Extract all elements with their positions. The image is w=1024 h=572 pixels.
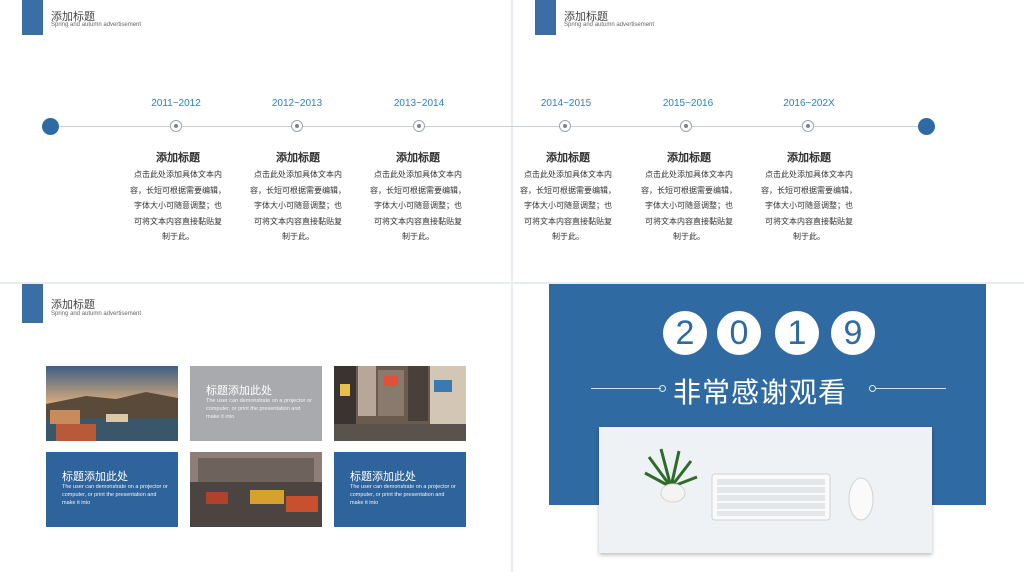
timeline-start-dot	[42, 118, 59, 135]
timeline-item-title: 添加标题	[156, 152, 200, 164]
card-title: 标题添加此处	[206, 385, 272, 397]
timeline-item-title: 添加标题	[396, 152, 440, 164]
timeline-item-text: 点击此处添加具体文本内 容，长短可根据需要编辑， 字体大小可随意调整；也 可将文本内容…	[761, 170, 857, 241]
timeline-end-dot	[918, 118, 935, 135]
slide-subtitle: Spring and autumn advertisement	[564, 22, 655, 28]
feature-card: 标题添加此处 The user can demonstrate on a pro…	[46, 452, 178, 527]
year-digit: 9	[831, 311, 875, 355]
timeline-item-text: 点击此处添加具体文本内 容，长短可根据需要编辑， 字体大小可随意调整；也 可将文本内容…	[250, 170, 346, 241]
feature-card: 标题添加此处 The user can demonstrate on a pro…	[190, 366, 322, 441]
timeline-item-title: 添加标题	[787, 152, 831, 164]
mouse-icon	[848, 477, 874, 521]
timeline-item-text: 点击此处添加具体文本内 容，长短可根据需要编辑， 字体大小可随意调整；也 可将文本内容…	[130, 170, 226, 241]
thank-you-text: 非常感谢观看	[673, 377, 848, 408]
timeline-node	[170, 120, 182, 132]
timeline-year: 2014~2015	[540, 98, 592, 109]
slide-subtitle: Spring and autumn advertisement	[51, 22, 142, 28]
timeline-year: 2015~2016	[662, 98, 714, 109]
header-accent-bar	[22, 0, 43, 35]
keyboard-icon	[711, 473, 831, 521]
year-digit: 1	[775, 311, 819, 355]
timeline-year: 2011~2012	[151, 98, 201, 109]
timeline-year: 2012~2013	[271, 98, 323, 109]
header-accent-bar	[535, 0, 556, 35]
coastal-town-photo	[46, 366, 178, 441]
timeline-item-title: 添加标题	[667, 152, 711, 164]
timeline-item-text: 点击此处添加具体文本内 容，长短可根据需要编辑， 字体大小可随意调整；也 可将文本内容…	[641, 170, 737, 241]
bus-street-photo	[190, 452, 322, 527]
divider-line-left	[591, 388, 661, 389]
feature-card: 标题添加此处 The user can demonstrate on a pro…	[334, 452, 466, 527]
divider-dot-left	[659, 385, 666, 392]
desk-photo	[599, 427, 932, 553]
slide-image-grid: 添加标题 Spring and autumn advertisement 标题添…	[0, 284, 511, 572]
city-street-photo	[334, 366, 466, 441]
timeline-node	[802, 120, 814, 132]
slide-title: 添加标题	[51, 299, 95, 311]
timeline-node	[680, 120, 692, 132]
card-text: The user can demonstrate on a projector …	[62, 484, 168, 506]
card-title: 标题添加此处	[62, 471, 128, 483]
header-accent-bar	[22, 284, 43, 323]
divider-line-right	[876, 388, 946, 389]
slide-subtitle: Spring and autumn advertisement	[51, 311, 142, 317]
year-digit: 0	[717, 311, 761, 355]
timeline-item-title: 添加标题	[546, 152, 590, 164]
timeline-item-title: 添加标题	[276, 152, 320, 164]
timeline-node	[413, 120, 425, 132]
timeline-item-text: 点击此处添加具体文本内 容，长短可根据需要编辑， 字体大小可随意调整；也 可将文本内容…	[370, 170, 466, 241]
card-text: The user can demonstrate on a projector …	[350, 484, 456, 506]
divider-dot-right	[869, 385, 876, 392]
card-title: 标题添加此处	[350, 471, 416, 483]
year-digit: 2	[663, 311, 707, 355]
timeline-node	[291, 120, 303, 132]
timeline-year: 2016~202X	[783, 98, 835, 109]
timeline-item-text: 点击此处添加具体文本内 容，长短可根据需要编辑， 字体大小可随意调整；也 可将文本内容…	[520, 170, 616, 241]
timeline-year: 2013~2014	[393, 98, 445, 109]
card-text: The user can demonstrate on a projector …	[206, 398, 312, 420]
slide-thank-you: 2 0 1 9 非常感谢观看	[513, 284, 1024, 572]
timeline-node	[559, 120, 571, 132]
